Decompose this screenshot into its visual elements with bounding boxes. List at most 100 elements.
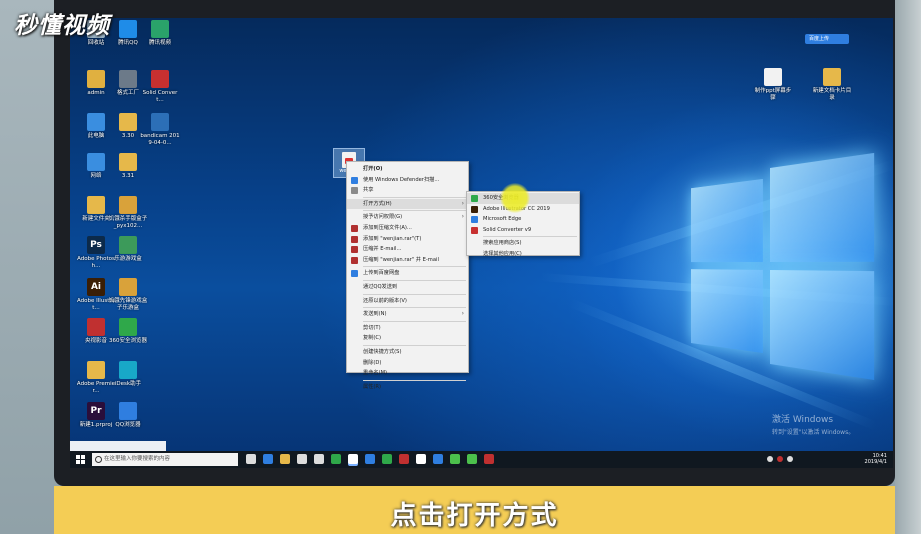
start-button[interactable] <box>76 455 85 464</box>
taskbar-app-icon[interactable] <box>399 454 409 464</box>
menu-item-icon <box>471 195 478 202</box>
taskbar-app-icon[interactable] <box>297 454 307 464</box>
caption-bar: 点击打开方式 <box>54 486 895 534</box>
menu-item[interactable]: 通过QQ发送到 <box>347 282 468 293</box>
caption-text: 点击打开方式 <box>54 495 895 532</box>
menu-item[interactable]: 搜索应用商店(S) <box>467 238 579 249</box>
app-icon <box>119 318 137 336</box>
menu-item[interactable]: 删除(D) <box>347 358 468 369</box>
taskbar-app-icon[interactable] <box>263 454 273 464</box>
app-icon <box>119 361 137 379</box>
menu-item[interactable]: Microsoft Edge <box>467 214 579 225</box>
taskbar-app-icon[interactable] <box>416 454 426 464</box>
taskbar-app-icon[interactable] <box>280 454 290 464</box>
app-icon <box>119 113 137 131</box>
menu-item-icon <box>471 216 478 223</box>
app-icon <box>87 196 105 214</box>
menu-separator <box>363 345 466 346</box>
menu-item[interactable]: 添加到压缩文件(A)... <box>347 223 468 234</box>
baidu-upload-badge[interactable]: 百度上传 <box>805 34 849 44</box>
desktop-icon[interactable]: 乐游游戏盒 <box>108 236 148 263</box>
menu-item[interactable]: 复制(C) <box>347 333 468 344</box>
desktop-icon[interactable]: bandicam 2019-04-0... <box>140 113 180 147</box>
menu-item-icon <box>471 227 478 234</box>
desktop-icon[interactable]: 饥饿杀手版盒子_pyx102... <box>108 196 148 230</box>
desktop-icon-label: Solid Convert... <box>140 90 180 104</box>
menu-item[interactable]: 创建快捷方式(S) <box>347 347 468 358</box>
menu-item[interactable]: 剪切(T) <box>347 323 468 334</box>
taskbar-app-icon[interactable] <box>382 454 392 464</box>
menu-item[interactable]: 使用 Windows Defender扫描... <box>347 175 468 186</box>
menu-item[interactable]: 压缩并 E-mail... <box>347 244 468 255</box>
taskbar-app-icon[interactable] <box>331 454 341 464</box>
search-icon <box>95 456 102 463</box>
menu-item[interactable]: 添加到 "wenjian.rar"(T) <box>347 234 468 245</box>
desktop-icon[interactable]: 饥饿先锋游戏盒子乐游盒 <box>108 278 148 312</box>
menu-item[interactable]: 压缩到 "wenjian.rar" 并 E-mail <box>347 255 468 266</box>
app-icon <box>87 318 105 336</box>
menu-item-icon <box>471 206 478 213</box>
taskbar-app-icon[interactable] <box>467 454 477 464</box>
desktop-icon-label: 乐游游戏盒 <box>108 256 148 263</box>
menu-item[interactable]: 发送到(N) › <box>347 309 468 320</box>
desktop-icon[interactable]: QQ浏览器 <box>108 402 148 429</box>
menu-item[interactable]: 打开方式(H) › <box>347 199 468 210</box>
menu-item[interactable]: 属性(R) <box>347 382 468 393</box>
menu-separator <box>363 210 466 211</box>
volume-icon[interactable] <box>787 456 793 462</box>
menu-item-icon <box>351 177 358 184</box>
folder-icon <box>764 68 782 86</box>
taskbar-app-icon[interactable] <box>314 454 324 464</box>
menu-separator <box>363 321 466 322</box>
menu-item[interactable]: Solid Converter v9 <box>467 225 579 236</box>
menu-item-label: 发送到(N) <box>363 311 387 317</box>
app-icon <box>151 113 169 131</box>
app-icon <box>119 196 137 214</box>
app-icon <box>151 70 169 88</box>
desktop-icon[interactable]: 新建文档卡片目录 <box>812 68 852 102</box>
desktop-icon[interactable]: 360安全浏览器 <box>108 318 148 345</box>
desktop-icon[interactable]: 制作ppt屏幕步骤 <box>753 68 793 102</box>
menu-item-icon <box>351 236 358 243</box>
network-icon[interactable] <box>767 456 773 462</box>
menu-item[interactable]: 打开(O) <box>347 164 468 175</box>
menu-item[interactable]: 授予访问权限(G) › <box>347 212 468 223</box>
chevron-right-icon: › <box>462 212 464 223</box>
menu-item-label: 压缩到 "wenjian.rar" 并 E-mail <box>363 257 439 263</box>
taskbar-search-box[interactable]: 在这里输入你要搜索的内容 <box>92 453 238 466</box>
menu-separator <box>483 236 577 237</box>
app-icon: Ps <box>87 236 105 254</box>
taskbar-app-icon[interactable] <box>433 454 443 464</box>
menu-item[interactable]: 共享 <box>347 185 468 196</box>
desktop-icon[interactable]: 腾讯视频 <box>140 20 180 47</box>
menu-item[interactable]: 还原以前的版本(V) <box>347 296 468 307</box>
windows-logo-wallpaper <box>691 153 874 373</box>
desktop-icon-label: 新建文档卡片目录 <box>812 88 852 102</box>
input-method-toolbar[interactable] <box>70 441 166 451</box>
taskbar-app-icon[interactable] <box>365 454 375 464</box>
menu-item-label: 授予访问权限(G) <box>363 214 402 220</box>
menu-item[interactable]: 重命名(M) <box>347 368 468 379</box>
clock-date: 2019/4/1 <box>865 459 887 465</box>
desktop-icon-label: 3.31 <box>108 173 148 180</box>
menu-separator <box>363 280 466 281</box>
menu-separator <box>363 380 466 381</box>
desktop-screen: 回收站 腾讯QQ 腾讯视频 admin 格式工厂 Solid Convert... 此电脑 3… <box>70 18 893 468</box>
menu-separator <box>363 307 466 308</box>
taskbar-app-icon[interactable] <box>484 454 494 464</box>
desktop-icon[interactable]: Solid Convert... <box>140 70 180 104</box>
menu-item-label: 属性(R) <box>363 384 381 390</box>
desktop-icon[interactable]: iDesk助手 <box>108 361 148 388</box>
menu-item-icon <box>351 246 358 253</box>
menu-item[interactable]: 上传到百度网盘 <box>347 268 468 279</box>
menu-item-label: 使用 Windows Defender扫描... <box>363 177 439 183</box>
app-icon <box>87 153 105 171</box>
clock[interactable]: 10:41 2019/4/1 <box>865 453 887 465</box>
menu-item[interactable]: 选择其他应用(C) <box>467 249 579 260</box>
taskbar-app-icon[interactable] <box>450 454 460 464</box>
taskbar-app-icon[interactable] <box>246 454 256 464</box>
tray-app-icon[interactable] <box>777 456 783 462</box>
menu-item-icon <box>351 257 358 264</box>
desktop-icon[interactable]: 3.31 <box>108 153 148 180</box>
taskbar-app-icon[interactable] <box>348 454 358 464</box>
